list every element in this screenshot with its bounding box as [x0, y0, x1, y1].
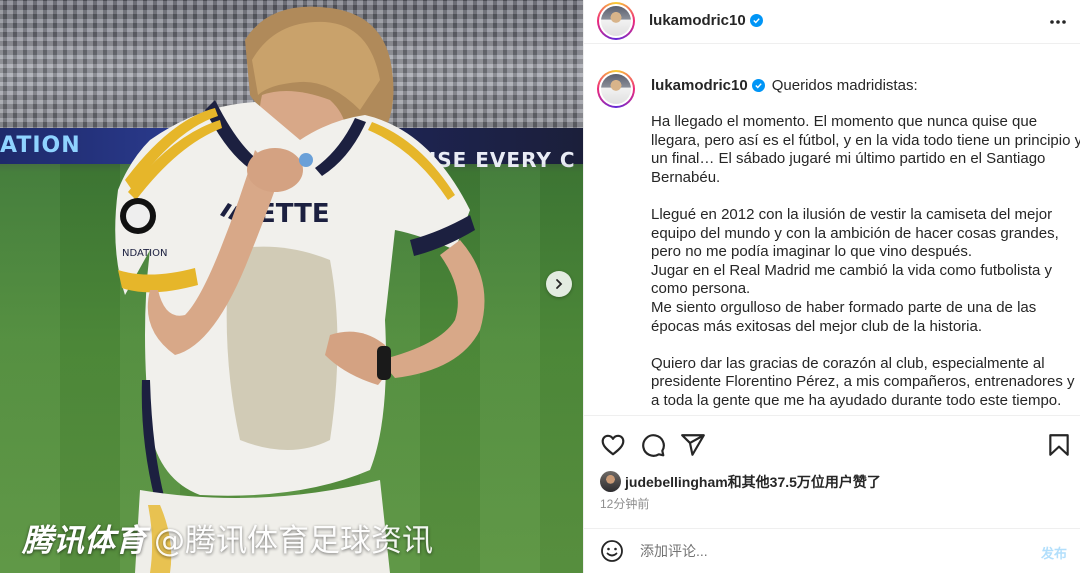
- caption-paragraph: Quiero dar las gracias de corazón al clu…: [651, 355, 1076, 411]
- header-username-link[interactable]: lukamodric10: [649, 12, 763, 29]
- caption-line: presidente Florentino Pérez, a mis compa…: [651, 373, 1075, 391]
- bookmark-icon[interactable]: [1046, 432, 1072, 458]
- share-icon[interactable]: [680, 432, 706, 458]
- liker-avatar[interactable]: [600, 471, 621, 492]
- player-illustration: ETTE NDATION: [115, 6, 485, 573]
- caption-line: un final… El sábado jugaré mi último par…: [651, 150, 1046, 168]
- caption-line: equipo del mundo y con la ambición de ha…: [651, 224, 1059, 242]
- post-comment-button[interactable]: 发布: [1041, 543, 1067, 562]
- caption-line: Llegué en 2012 con la ilusión de vestir …: [651, 205, 1053, 223]
- chevron-right-icon: [556, 279, 563, 289]
- caption-username[interactable]: lukamodric10: [651, 77, 748, 94]
- comment-bar: 发布: [584, 528, 1080, 573]
- caption-header: lukamodric10 Queridos madridistas:: [651, 77, 918, 94]
- caption-line: pero no me podía imaginar lo que vino de…: [651, 243, 973, 261]
- sleeve-badge: NDATION: [122, 248, 167, 259]
- caption-line: llegara, pero así es el fútbol, y en la …: [651, 131, 1080, 149]
- caption-line: Ha llegado el momento. El momento que nu…: [651, 113, 1038, 130]
- caption-line: épocas más exitosas del mejor club de la…: [651, 317, 982, 335]
- header-username[interactable]: lukamodric10: [649, 12, 746, 29]
- caption-line: Quiero dar las gracias de corazón al clu…: [651, 354, 1045, 372]
- caption-paragraph: Ha llegado el momento. El momento que nu…: [651, 113, 1080, 187]
- caption-line: Me siento orgulloso de haber formado par…: [651, 298, 1037, 316]
- caption-paragraph: Llegué en 2012 con la ilusión de vestir …: [651, 206, 1076, 336]
- watermark-handle: @腾讯体育足球资讯: [154, 523, 433, 559]
- post-side-panel: lukamodric10 lukamodric10 Queridos madri…: [583, 0, 1080, 573]
- caption-area: lukamodric10 Queridos madridistas: Ha ll…: [584, 62, 1080, 416]
- caption-line: como persona.: [651, 280, 751, 298]
- profile-avatar[interactable]: [597, 2, 635, 40]
- action-bar: [584, 428, 1080, 460]
- caption-text: Ha llegado el momento. El momento que nu…: [651, 113, 1080, 415]
- watermark-brand: 腾讯体育: [22, 523, 146, 559]
- caption-line: Jugar en el Real Madrid me cambió la vid…: [651, 261, 1053, 279]
- watermark: 腾讯体育 @腾讯体育足球资讯: [22, 515, 433, 560]
- likes-summary[interactable]: judebellingham和其他37.5万位用户赞了: [600, 471, 881, 492]
- verified-badge-icon: [749, 14, 763, 27]
- next-image-button[interactable]: [546, 271, 572, 297]
- caption-first-line: Queridos madridistas:: [771, 77, 918, 94]
- more-options-icon[interactable]: [1048, 12, 1068, 32]
- post-photo[interactable]: ATION USE EVERY C ETTE NDATION 腾讯体育 @腾讯体…: [0, 0, 583, 573]
- verified-badge-icon: [751, 79, 765, 92]
- comment-input[interactable]: [640, 540, 1020, 562]
- heart-icon[interactable]: [600, 432, 626, 458]
- post-timestamp[interactable]: 12分钟前: [600, 495, 649, 512]
- likes-text[interactable]: judebellingham和其他37.5万位用户赞了: [625, 472, 881, 492]
- caption-line: Bernabéu.: [651, 168, 721, 186]
- caption-line: a toda la gente que me ha ayudado durant…: [651, 391, 1062, 409]
- comment-icon[interactable]: [640, 432, 666, 458]
- post-header: lukamodric10: [584, 0, 1080, 44]
- caption-avatar[interactable]: [597, 70, 635, 108]
- emoji-icon[interactable]: [600, 539, 624, 563]
